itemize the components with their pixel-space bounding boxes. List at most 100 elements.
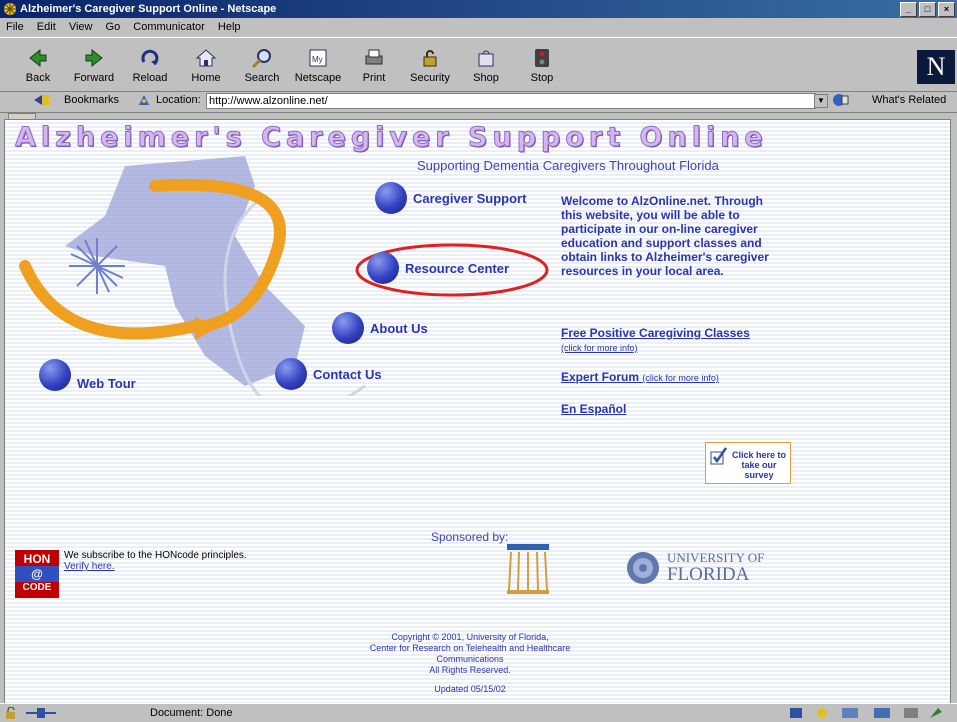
copyright-line: Communications — [436, 654, 504, 664]
web-tour-ball-icon — [39, 358, 71, 391]
contact-us-button[interactable]: Contact Us — [275, 358, 382, 390]
welcome-text: Welcome to AlzOnline.net. Through this w… — [561, 194, 769, 278]
updated-date: Updated 05/15/02 — [434, 684, 506, 694]
about-us-ball-icon — [332, 312, 364, 344]
hon-at-icon: @ — [15, 566, 59, 582]
lock-icon — [423, 50, 437, 67]
location-bar: Bookmarks Location: ▼ What's Related — [0, 90, 957, 113]
print-label: Print — [362, 72, 386, 84]
sponsor-building-logo[interactable] — [505, 540, 551, 596]
classes-link-label[interactable]: Free Positive Caregiving Classes — [561, 326, 750, 340]
forward-button[interactable]: Forward — [70, 46, 118, 84]
shop-button[interactable]: Shop — [462, 46, 510, 84]
copyright-line: All Rights Reserved. — [429, 665, 511, 675]
page-content: Alzheimer's Caregiver Support Online Sup… — [4, 119, 951, 704]
search-icon — [251, 49, 271, 69]
hon-logo-top: HON — [23, 552, 51, 566]
security-button[interactable]: Security — [406, 46, 454, 84]
status-bar: Document: Done — [0, 703, 957, 722]
close-button[interactable]: × — [938, 2, 955, 17]
web-tour-label: Web Tour — [77, 376, 136, 391]
shop-label: Shop — [473, 72, 499, 84]
security-label: Security — [410, 72, 450, 84]
menu-view[interactable]: View — [69, 21, 93, 33]
hon-logo-bottom: CODE — [22, 582, 52, 593]
netscape-label: Netscape — [294, 72, 342, 84]
classes-link[interactable]: Free Positive Caregiving Classes (click … — [561, 326, 750, 354]
whats-related-button[interactable]: What's Related — [872, 94, 946, 106]
expert-forum-note: (click for more info) — [642, 373, 719, 383]
minimize-button[interactable]: _ — [900, 2, 917, 17]
web-tour-button[interactable]: Web Tour — [39, 358, 136, 391]
contact-us-label: Contact Us — [313, 366, 382, 382]
print-icon — [365, 49, 383, 65]
sponsored-by-label: Sponsored by: — [431, 530, 509, 544]
component-bar[interactable] — [790, 706, 950, 720]
reload-button[interactable]: Reload — [126, 46, 174, 84]
menu-communicator[interactable]: Communicator — [133, 21, 205, 33]
menu-go[interactable]: Go — [106, 21, 121, 33]
print-button[interactable]: Print — [350, 46, 398, 84]
survey-button[interactable]: Click here to take our survey — [705, 442, 791, 484]
back-label: Back — [25, 72, 51, 84]
bookmarks-button[interactable]: Bookmarks — [64, 94, 119, 106]
expert-forum-link[interactable]: Expert Forum (click for more info) — [561, 370, 719, 384]
connection-status-icon — [26, 708, 56, 718]
status-text: Document: Done — [150, 707, 233, 719]
svg-text:My: My — [312, 55, 323, 64]
maximize-button[interactable]: □ — [919, 2, 936, 17]
home-icon — [195, 49, 217, 67]
espanol-link[interactable]: En Español — [561, 402, 626, 416]
uf-seal-icon — [627, 552, 659, 584]
netscape-throbber[interactable]: N — [917, 50, 955, 84]
home-button[interactable]: Home — [182, 46, 230, 84]
caregiver-support-ball-icon — [375, 182, 407, 214]
about-us-button[interactable]: About Us — [332, 312, 428, 344]
survey-label: Click here to take our survey — [731, 450, 787, 480]
forward-arrow-icon — [85, 48, 103, 68]
expert-forum-link-label[interactable]: Expert Forum — [561, 370, 639, 384]
checkbox-check-icon — [710, 447, 728, 465]
netscape-window-icon — [4, 3, 16, 15]
bookmarks-icon — [34, 95, 52, 105]
menu-help[interactable]: Help — [218, 21, 241, 33]
shop-icon — [478, 50, 494, 67]
navigation-toolbar: Back Forward Reload Home Search My Netsc… — [0, 37, 957, 92]
search-button[interactable]: Search — [238, 46, 286, 84]
hon-verify-link[interactable]: Verify here. — [64, 561, 115, 572]
url-dropdown-button[interactable]: ▼ — [814, 94, 828, 108]
copyright-line: Center for Research on Telehealth and He… — [369, 643, 571, 653]
stop-label: Stop — [530, 72, 554, 84]
hon-code-logo[interactable]: HON @ CODE — [15, 550, 59, 598]
reload-icon — [141, 49, 159, 66]
back-arrow-icon — [29, 48, 47, 68]
hon-statement-text: We subscribe to the HONcode principles. — [64, 550, 247, 561]
hon-statement: We subscribe to the HONcode principles. … — [64, 550, 247, 572]
url-input[interactable] — [206, 93, 816, 109]
location-icon — [139, 95, 149, 105]
search-label: Search — [244, 72, 280, 84]
copyright-line: Copyright © 2001, University of Florida, — [391, 632, 549, 642]
stop-icon — [535, 49, 549, 67]
menu-bar: File Edit View Go Communicator Help — [0, 18, 957, 36]
title-bar: Alzheimer's Caregiver Support Online - N… — [0, 0, 957, 18]
caregiver-support-label: Caregiver Support — [413, 190, 527, 206]
classes-link-note: (click for more info) — [561, 343, 638, 353]
resource-center-label: Resource Center — [405, 260, 510, 276]
location-label: Location: — [156, 94, 201, 106]
resource-center-button[interactable]: Resource Center — [367, 252, 509, 284]
whats-related-icon — [833, 94, 849, 106]
university-of-florida-logo[interactable]: UNIVERSITY OF FLORIDA — [625, 548, 805, 588]
copyright-block: Copyright © 2001, University of Florida,… — [305, 632, 635, 695]
netscape-icon: My — [309, 49, 327, 67]
netscape-button[interactable]: My Netscape — [294, 46, 342, 84]
back-button[interactable]: Back — [14, 46, 62, 84]
menu-edit[interactable]: Edit — [37, 21, 56, 33]
uf-line2: FLORIDA — [667, 564, 750, 585]
menu-file[interactable]: File — [6, 21, 24, 33]
reload-label: Reload — [132, 72, 168, 84]
security-status-icon[interactable] — [4, 707, 18, 719]
stop-button[interactable]: Stop — [518, 46, 566, 84]
contact-us-ball-icon — [275, 358, 307, 390]
caregiver-support-button[interactable]: Caregiver Support — [375, 182, 526, 214]
